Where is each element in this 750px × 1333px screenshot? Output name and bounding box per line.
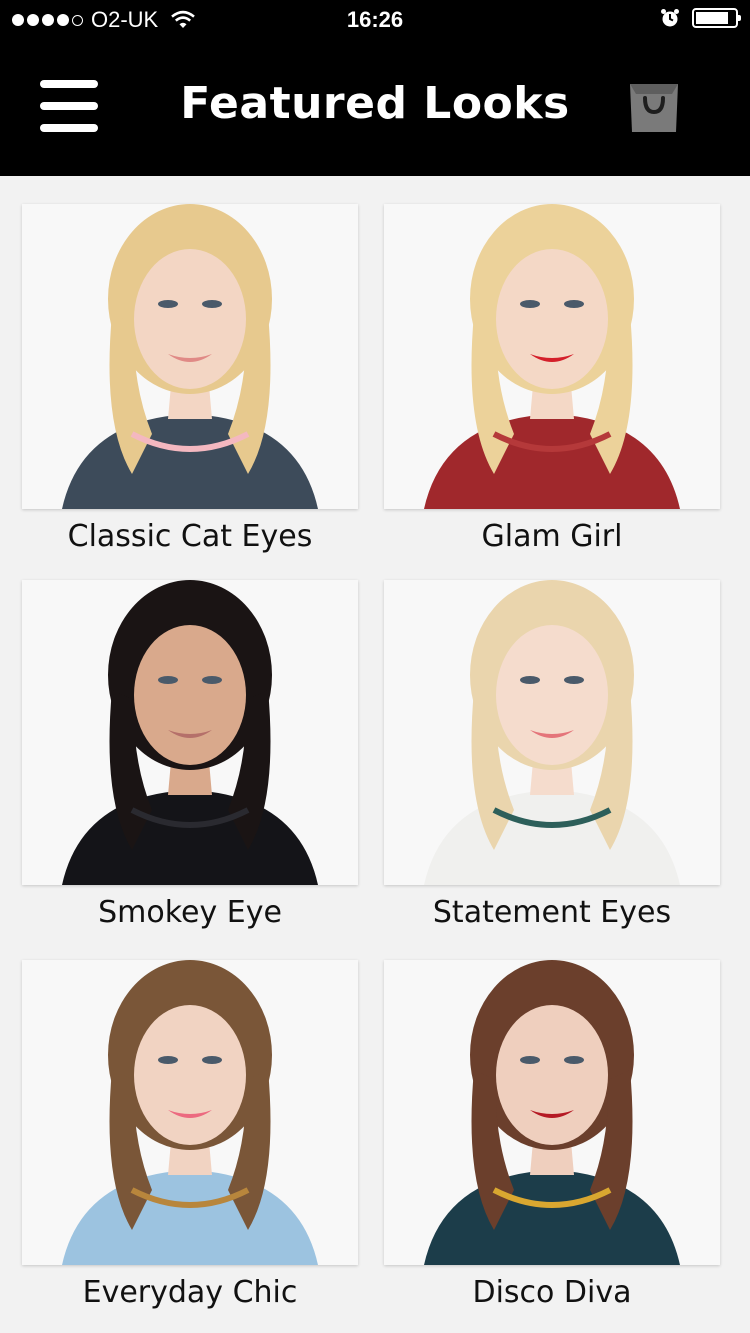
look-card[interactable]: Statement Eyes xyxy=(384,580,720,930)
shopping-bag-icon[interactable] xyxy=(626,80,682,136)
look-card[interactable]: Glam Girl xyxy=(384,204,720,554)
alarm-icon xyxy=(661,9,679,27)
status-right xyxy=(660,8,741,28)
look-photo[interactable] xyxy=(384,960,720,1265)
look-photo[interactable] xyxy=(22,204,358,509)
look-photo[interactable] xyxy=(384,204,720,509)
look-photo[interactable] xyxy=(22,960,358,1265)
look-photo[interactable] xyxy=(22,580,358,885)
look-label: Glam Girl xyxy=(481,519,623,554)
app-header: Featured Looks xyxy=(0,40,750,176)
status-bar: O2-UK 16:26 xyxy=(0,0,750,40)
look-card[interactable]: Disco Diva xyxy=(384,960,720,1310)
look-card[interactable]: Everyday Chic xyxy=(22,960,358,1310)
look-label: Disco Diva xyxy=(472,1275,632,1310)
status-time: 16:26 xyxy=(346,7,404,32)
look-label: Statement Eyes xyxy=(432,895,672,930)
look-card[interactable]: Classic Cat Eyes xyxy=(22,204,358,554)
battery-icon xyxy=(692,8,741,28)
look-label: Smokey Eye xyxy=(98,895,282,930)
look-label: Everyday Chic xyxy=(82,1275,298,1310)
look-card[interactable]: Smokey Eye xyxy=(22,580,358,930)
look-photo[interactable] xyxy=(384,580,720,885)
look-label: Classic Cat Eyes xyxy=(67,519,313,554)
